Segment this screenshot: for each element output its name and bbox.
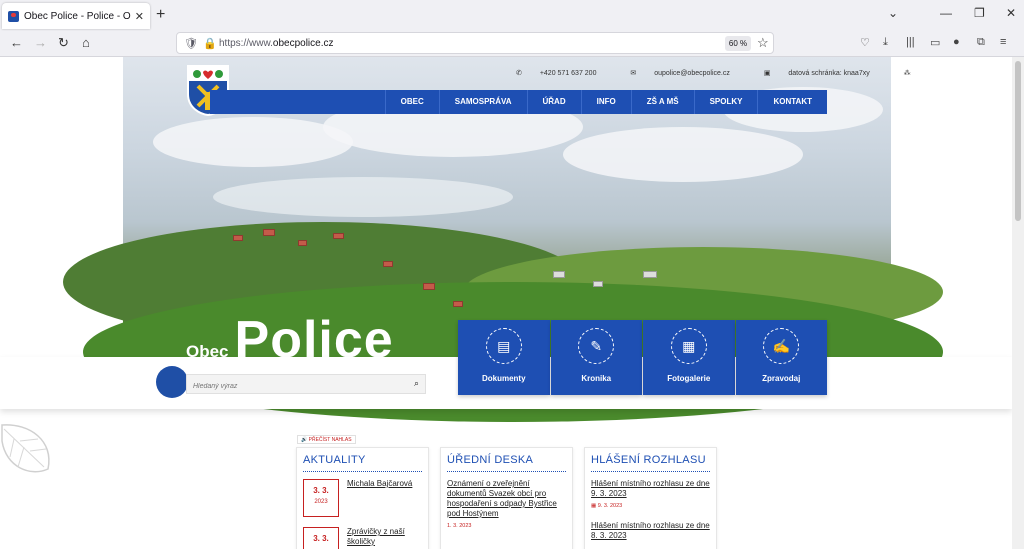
bookmark-star-icon[interactable]: ☆: [757, 35, 769, 51]
lock-icon[interactable]: 🔒: [203, 37, 217, 50]
shield-icon[interactable]: 🛡: [184, 37, 198, 50]
date-badge: 3. 3. 2023: [303, 479, 339, 517]
library-icon[interactable]: |||: [906, 36, 915, 48]
tile-kronika[interactable]: ✎ Kronika: [550, 320, 642, 395]
nav-item-zs-ms[interactable]: ZŠ A MŠ: [630, 90, 694, 114]
date-day: 3. 3.: [313, 486, 329, 495]
gallery-icon: ▦: [670, 328, 707, 364]
news-link[interactable]: Michala Bajčarová: [347, 479, 412, 517]
nav-bar: ← → ↻ ⌂ 🛡 🔒 https://www.obecpolice.cz 60…: [0, 29, 1024, 57]
news-link[interactable]: Zprávičky z naší školičky: [347, 527, 422, 549]
reload-icon[interactable]: ↻: [58, 35, 69, 51]
scrollbar-thumb[interactable]: [1015, 61, 1021, 221]
deska-link[interactable]: Oznámení o zveřejnění dokumentů Svazek o…: [447, 479, 566, 519]
list-item[interactable]: Oznámení o zveřejnění dokumentů Svazek o…: [447, 479, 566, 529]
tile-label: Zpravodaj: [762, 374, 801, 383]
list-item[interactable]: 3. 3. 2023 Michala Bajčarová: [303, 479, 422, 517]
tile-zpravodaj[interactable]: ✍ Zpravodaj: [735, 320, 827, 395]
email-icon: ✉: [630, 70, 637, 77]
decorative-leaf-icon: [1, 424, 50, 473]
leaf-icon: [156, 366, 188, 398]
close-tab-icon[interactable]: ✕: [135, 10, 144, 23]
url-prefix: https://www.: [219, 38, 273, 49]
url-text[interactable]: https://www.obecpolice.cz: [219, 38, 334, 49]
list-item[interactable]: 3. 3. Zprávičky z naší školičky: [303, 527, 422, 549]
aktuality-heading[interactable]: AKTUALITY: [303, 454, 422, 472]
date-year: 2023: [314, 499, 328, 505]
forward-icon[interactable]: →: [34, 35, 47, 50]
date-day: 3. 3.: [313, 534, 329, 543]
rozhlas-link[interactable]: Hlášení místního rozhlasu ze dne 9. 3. 2…: [591, 479, 710, 499]
tile-label: Kronika: [581, 374, 612, 383]
tab-bar: Obec Police - Police - Obec prá ✕ + ⌄ — …: [0, 0, 1024, 29]
page-viewport: ✆ +420 571 637 200 ✉ oupolice@obecpolice…: [0, 57, 1012, 549]
nav-item-urad[interactable]: ÚŘAD: [526, 90, 581, 114]
search-icon[interactable]: ⌕: [414, 378, 419, 389]
contact-databox[interactable]: ▣ datová schránka: knaa7xy: [764, 70, 886, 77]
document-icon: ▤: [485, 328, 522, 364]
account-icon[interactable]: ●: [953, 36, 960, 48]
databox-text: datová schránka: knaa7xy: [788, 70, 870, 77]
contact-phone[interactable]: ✆ +420 571 637 200: [516, 70, 612, 77]
speaker-icon: 🔊: [301, 437, 308, 443]
rozhlas-link[interactable]: Hlášení místního rozhlasu ze dne 8. 3. 2…: [591, 521, 710, 541]
email-text: oupolice@obecpolice.cz: [654, 70, 730, 77]
tile-label: Dokumenty: [481, 374, 526, 383]
contact-strip: ✆ +420 571 637 200 ✉ oupolice@obecpolice…: [516, 69, 927, 77]
back-icon[interactable]: ←: [10, 35, 23, 50]
minimize-icon[interactable]: —: [940, 6, 952, 20]
databox-icon: ▣: [763, 70, 771, 77]
rozhlas-date-text: 9. 3. 2023: [597, 503, 623, 509]
restore-icon[interactable]: ❐: [974, 6, 985, 20]
main-navigation: OBEC SAMOSPRÁVA ÚŘAD INFO ZŠ A MŠ SPOLKY…: [210, 90, 827, 114]
address-bar[interactable]: 🛡 🔒 https://www.obecpolice.cz 60 % ☆: [176, 32, 774, 54]
browser-chrome: Obec Police - Police - Obec prá ✕ + ⌄ — …: [0, 0, 1024, 57]
read-aloud-label: PŘEČÍST NAHLAS: [308, 437, 352, 443]
sitemap-icon[interactable]: ⁂: [904, 70, 911, 77]
phone-icon: ✆: [516, 70, 522, 77]
zoom-level[interactable]: 60 %: [725, 36, 751, 51]
calendar-icon: ▦: [591, 503, 597, 509]
menu-icon[interactable]: ≡: [1000, 36, 1006, 48]
tab-title: Obec Police - Police - Obec prá: [24, 10, 131, 22]
tile-fotogalerie[interactable]: ▦ Fotogalerie: [643, 320, 735, 395]
tile-label: Fotogalerie: [667, 374, 711, 383]
nav-item-samosprava[interactable]: SAMOSPRÁVA: [438, 90, 527, 114]
date-badge: 3. 3.: [303, 527, 339, 549]
phone-text: +420 571 637 200: [539, 70, 597, 77]
uredni-deska-panel: ÚŘEDNÍ DESKA Oznámení o zveřejnění dokum…: [440, 447, 573, 549]
sidebar-icon[interactable]: ▭: [930, 36, 940, 49]
favicon-icon: [8, 10, 19, 22]
url-host: obecpolice.cz: [272, 38, 334, 49]
quick-links: ▤ Dokumenty ✎ Kronika ▦ Fotogalerie ✍ Zp…: [458, 320, 827, 395]
tile-dokumenty[interactable]: ▤ Dokumenty: [458, 320, 550, 395]
deska-heading[interactable]: ÚŘEDNÍ DESKA: [447, 454, 566, 472]
extensions-icon[interactable]: ⧉: [977, 36, 985, 49]
newsletter-icon: ✍: [763, 328, 800, 364]
tab-active[interactable]: Obec Police - Police - Obec prá ✕: [2, 3, 150, 29]
rozhlas-date: ▦ 9. 3. 2023: [591, 503, 710, 509]
nav-item-obec[interactable]: OBEC: [384, 90, 439, 114]
nav-item-kontakt[interactable]: KONTAKT: [757, 90, 827, 114]
nav-item-info[interactable]: INFO: [580, 90, 631, 114]
aktuality-panel: AKTUALITY 3. 3. 2023 Michala Bajčarová 3…: [296, 447, 429, 549]
deska-date: 1. 3. 2023: [447, 523, 472, 529]
search-box: ⌕: [186, 374, 426, 396]
pocket-icon[interactable]: ♡: [860, 36, 870, 49]
read-aloud-button[interactable]: 🔊 PŘEČÍST NAHLAS: [297, 435, 356, 444]
rozhlas-panel: HLÁŠENÍ ROZHLASU Hlášení místního rozhla…: [584, 447, 717, 549]
download-icon[interactable]: ⤓: [883, 36, 888, 49]
chronicle-icon: ✎: [578, 328, 615, 364]
contact-email[interactable]: ✉ oupolice@obecpolice.cz: [630, 70, 745, 77]
rozhlas-heading[interactable]: HLÁŠENÍ ROZHLASU: [591, 454, 710, 472]
list-item[interactable]: Hlášení místního rozhlasu ze dne 8. 3. 2…: [591, 521, 710, 541]
scrollbar[interactable]: [1012, 57, 1024, 549]
list-item[interactable]: Hlášení místního rozhlasu ze dne 9. 3. 2…: [591, 479, 710, 509]
close-window-icon[interactable]: ✕: [1006, 6, 1016, 20]
home-icon[interactable]: ⌂: [82, 35, 90, 50]
nav-item-spolky[interactable]: SPOLKY: [693, 90, 758, 114]
new-tab-button[interactable]: +: [156, 6, 165, 24]
tab-list-icon[interactable]: ⌄: [888, 6, 898, 20]
search-input[interactable]: [187, 377, 397, 396]
